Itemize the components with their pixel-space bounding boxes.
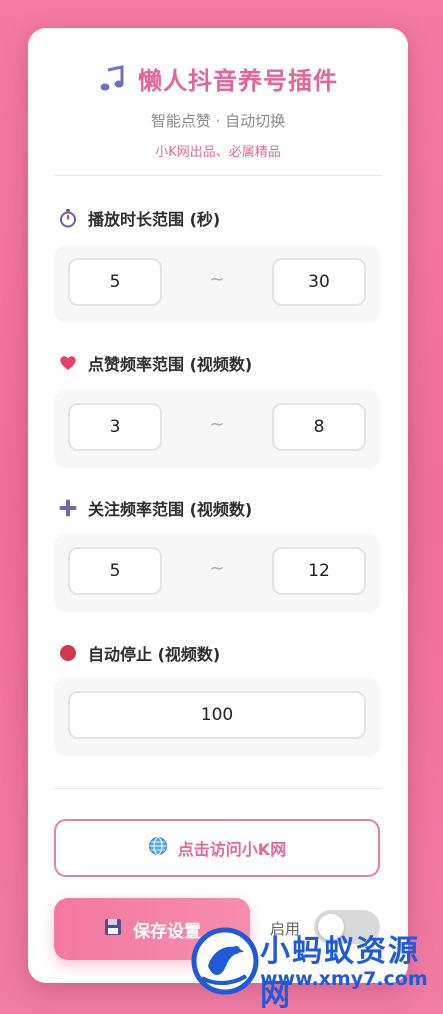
auto-stop-box: 100 xyxy=(54,678,380,756)
floppy-disk-icon xyxy=(103,917,123,942)
play-duration-label: 播放时长范围 (秒) xyxy=(58,206,220,230)
divider xyxy=(54,175,382,176)
globe-icon xyxy=(148,836,168,860)
stopwatch-icon xyxy=(58,208,78,228)
divider xyxy=(54,788,382,789)
visit-site-button[interactable]: 点击访问小K网 xyxy=(54,819,380,877)
play-duration-range: 5 ~ 30 xyxy=(54,245,380,323)
auto-stop-label: 自动停止 (视频数) xyxy=(58,641,220,665)
follow-frequency-range: 5 ~ 12 xyxy=(54,534,380,612)
watermark: 小蚂蚁资源网 www.xmy7.com xyxy=(190,922,443,1013)
app-title: 懒人抖音养号插件 xyxy=(138,67,338,95)
follow-frequency-label-text: 关注频率范围 (视频数) xyxy=(88,500,253,519)
watermark-url: www.xmy7.com xyxy=(260,968,428,990)
music-note-icon xyxy=(98,64,126,93)
heart-icon xyxy=(58,353,78,373)
play-duration-max-input[interactable]: 30 xyxy=(272,258,366,306)
follow-frequency-max-input[interactable]: 12 xyxy=(272,547,366,595)
ant-logo-icon xyxy=(190,926,260,996)
red-circle-icon xyxy=(58,643,78,663)
auto-stop-input[interactable]: 100 xyxy=(68,691,366,739)
auto-stop-label-text: 自动停止 (视频数) xyxy=(88,645,221,664)
like-frequency-range: 3 ~ 8 xyxy=(54,390,380,468)
app-subtitle: 智能点赞 · 自动切换 xyxy=(150,112,286,130)
title-row: 懒人抖音养号插件 xyxy=(28,61,408,96)
visit-site-label: 点击访问小K网 xyxy=(177,840,287,859)
play-duration-label-text: 播放时长范围 (秒) xyxy=(88,210,221,229)
plus-icon xyxy=(58,498,78,518)
like-frequency-max-input[interactable]: 8 xyxy=(272,403,366,451)
like-frequency-label: 点赞频率范围 (视频数) xyxy=(58,351,252,375)
app-tagline: 小K网出品、必属精品 xyxy=(155,145,281,160)
header: 懒人抖音养号插件 智能点赞 · 自动切换 小K网出品、必属精品 xyxy=(28,28,408,160)
like-frequency-label-text: 点赞频率范围 (视频数) xyxy=(88,355,253,374)
settings-card: 懒人抖音养号插件 智能点赞 · 自动切换 小K网出品、必属精品 播放时长范围 (… xyxy=(28,28,408,983)
follow-frequency-label: 关注频率范围 (视频数) xyxy=(58,496,252,520)
